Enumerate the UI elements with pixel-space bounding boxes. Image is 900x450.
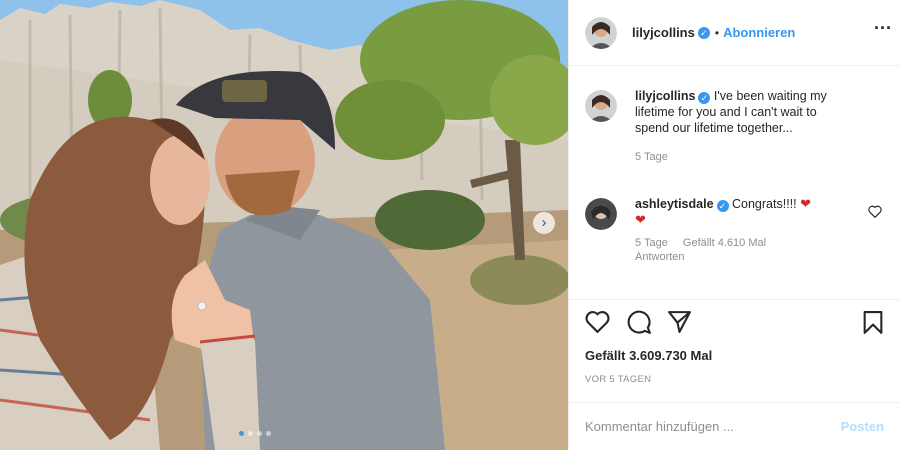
caption-comment: lilyjcollins ✓ I've been waiting my lifet… <box>585 88 884 164</box>
carousel-dots <box>239 431 271 436</box>
heart-icon[interactable] <box>585 310 610 333</box>
carousel-dot <box>257 431 262 436</box>
likes-count[interactable]: Gefällt 3.609.730 Mal <box>585 348 712 363</box>
comment-meta: 5 Tage Gefällt 4.610 Mal Antworten <box>635 236 835 264</box>
carousel-dot <box>266 431 271 436</box>
header-separator: • <box>714 25 720 40</box>
comment-text: Congrats!!!! <box>732 197 797 211</box>
post-header: lilyjcollins ✓ • Abonnieren ··· <box>569 0 900 66</box>
post-comment-button[interactable]: Posten <box>841 419 884 434</box>
verified-badge-icon: ✓ <box>697 26 710 39</box>
post-date[interactable]: VOR 5 TAGEN <box>585 374 651 385</box>
comment-time[interactable]: 5 Tage <box>635 237 668 249</box>
avatar[interactable] <box>585 16 617 49</box>
comment-username[interactable]: ashleytisdale <box>635 197 714 211</box>
like-comment-heart-icon[interactable] <box>868 205 882 218</box>
author-username[interactable]: lilyjcollins <box>632 25 695 40</box>
carousel-dot-active <box>239 431 244 436</box>
bookmark-icon[interactable] <box>862 310 884 335</box>
follow-button[interactable]: Abonnieren <box>723 25 795 40</box>
red-heart-emoji-icon: ❤ <box>635 212 646 227</box>
avatar[interactable] <box>585 198 617 230</box>
verified-badge-icon: ✓ <box>716 200 729 212</box>
next-image-button[interactable]: › <box>533 212 555 234</box>
comment-username[interactable]: lilyjcollins <box>635 89 695 103</box>
share-icon[interactable] <box>667 310 692 333</box>
avatar[interactable] <box>585 90 617 122</box>
more-options-icon[interactable]: ··· <box>874 19 892 37</box>
comment-likes[interactable]: Gefällt 4.610 Mal <box>683 237 766 249</box>
reply-button[interactable]: Antworten <box>635 251 685 263</box>
comment-input[interactable]: Kommentar hinzufügen ... <box>585 419 841 434</box>
post-actions <box>585 310 884 340</box>
comment-body: ashleytisdale ✓ Congrats!!!! ❤ ❤ 5 Tage G… <box>635 196 835 264</box>
add-comment-bar: Kommentar hinzufügen ... Posten <box>569 402 900 450</box>
post-side-panel: lilyjcollins ✓ • Abonnieren ··· lilyjcol… <box>568 0 900 450</box>
photo-illustration <box>0 0 568 450</box>
comment-icon[interactable] <box>627 310 652 335</box>
carousel-dot <box>248 431 253 436</box>
comment-body: lilyjcollins ✓ I've been waiting my lifet… <box>635 88 835 164</box>
comments-list: lilyjcollins ✓ I've been waiting my lifet… <box>569 66 900 300</box>
instagram-post: › lilyjcollins ✓ • Abonnieren ··· lilyjc… <box>0 0 900 450</box>
post-photo[interactable]: › <box>0 0 568 450</box>
red-heart-emoji-icon: ❤ <box>800 196 812 211</box>
comment-time[interactable]: 5 Tage <box>635 151 668 163</box>
comment-meta: 5 Tage <box>635 150 835 164</box>
reply-comment: ashleytisdale ✓ Congrats!!!! ❤ ❤ 5 Tage G… <box>585 196 884 264</box>
verified-badge-icon: ✓ <box>698 92 711 104</box>
